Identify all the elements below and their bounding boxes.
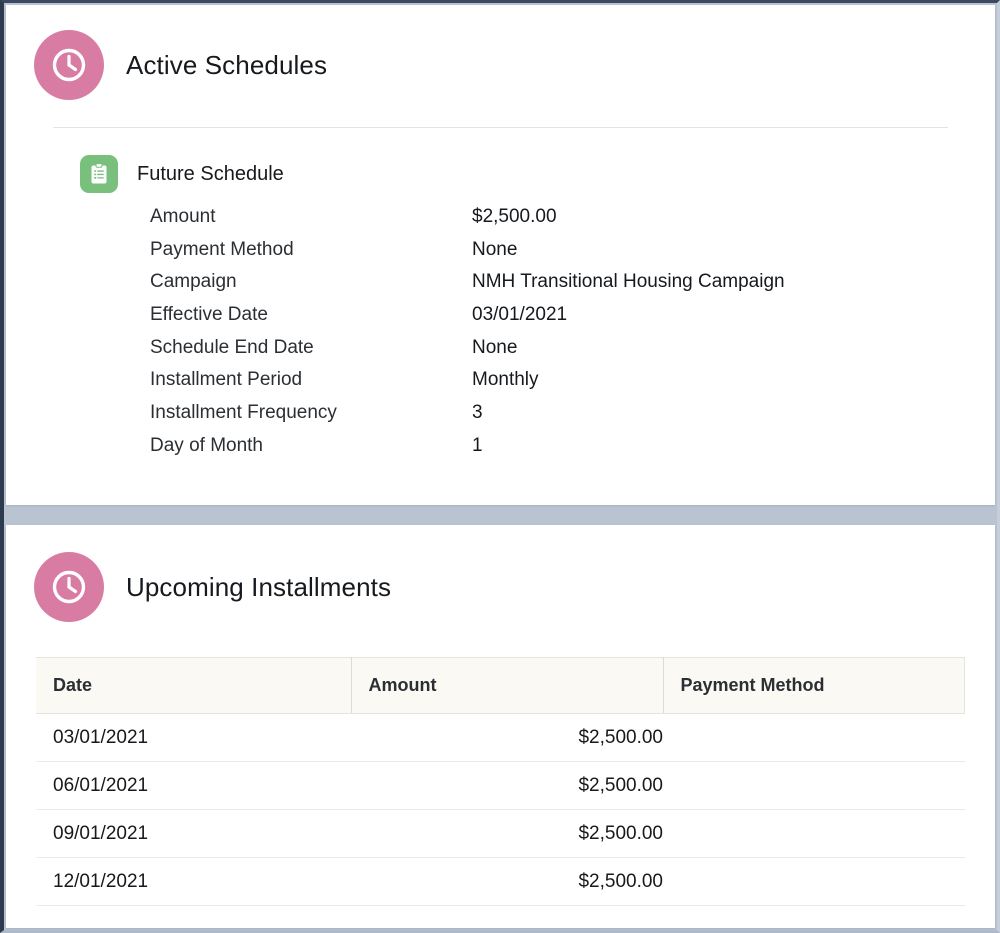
table-row[interactable]: 09/01/2021 $2,500.00 <box>36 809 965 858</box>
table-row[interactable]: 12/01/2021 $2,500.00 <box>36 857 965 906</box>
table-body: 03/01/2021 $2,500.00 06/01/2021 $2,500.0… <box>36 713 965 906</box>
future-schedule-heading: Future Schedule <box>80 155 995 193</box>
field-label: Payment Method <box>150 238 294 260</box>
field-row-installment-frequency: Installment Frequency 3 <box>150 403 995 436</box>
field-label: Campaign <box>150 271 237 293</box>
field-label: Installment Frequency <box>150 402 337 424</box>
schedule-field-list: Amount $2,500.00 Payment Method None Cam… <box>150 207 995 469</box>
table-header: Date Amount Payment Method <box>36 657 965 714</box>
clipboard-icon <box>80 155 118 193</box>
cell-date: 03/01/2021 <box>36 713 351 762</box>
field-value: None <box>472 336 518 358</box>
field-value: Monthly <box>472 369 539 391</box>
cell-amount: $2,500.00 <box>351 713 663 762</box>
field-label: Amount <box>150 206 216 227</box>
field-row-effective-date: Effective Date 03/01/2021 <box>150 305 995 338</box>
field-value: 1 <box>472 434 483 456</box>
field-row-schedule-end-date: Schedule End Date None <box>150 338 995 371</box>
cell-payment-method <box>663 857 965 906</box>
field-value: 03/01/2021 <box>472 304 568 326</box>
cell-date: 09/01/2021 <box>36 809 351 858</box>
cell-amount: $2,500.00 <box>351 857 663 906</box>
future-schedule-block: Future Schedule Amount $2,500.00 Payment… <box>6 128 995 469</box>
schedule-name: Future Schedule <box>137 163 284 185</box>
field-value: NMH Transitional Housing Campaign <box>472 271 785 293</box>
clock-icon <box>34 552 104 622</box>
page-title: Active Schedules <box>126 50 328 80</box>
installments-table: Date Amount Payment Method 03/01/2021 $2… <box>36 657 965 906</box>
field-row-campaign: Campaign NMH Transitional Housing Campai… <box>150 272 995 305</box>
cell-date: 12/01/2021 <box>36 857 351 906</box>
field-row-amount: Amount $2,500.00 <box>150 207 995 240</box>
field-label: Installment Period <box>150 369 303 391</box>
upcoming-installments-header: Upcoming Installments <box>6 525 995 622</box>
field-label: Effective Date <box>150 304 268 326</box>
field-value: 3 <box>472 402 483 424</box>
active-schedules-header: Active Schedules <box>6 5 995 100</box>
column-header-payment-method[interactable]: Payment Method <box>663 657 965 714</box>
upcoming-installments-card: Upcoming Installments Date Amount Paymen… <box>6 525 995 928</box>
field-row-day-of-month: Day of Month 1 <box>150 436 995 469</box>
table-row[interactable]: 06/01/2021 $2,500.00 <box>36 761 965 810</box>
cell-payment-method <box>663 761 965 810</box>
field-value: $2,500.00 <box>472 206 557 227</box>
field-value: None <box>472 238 518 260</box>
cell-payment-method <box>663 713 965 762</box>
clock-icon <box>34 30 104 100</box>
cell-payment-method <box>663 809 965 858</box>
screenshot-viewport: Active Schedules Future Schedule Amount … <box>0 0 1000 933</box>
field-label: Schedule End Date <box>150 336 314 358</box>
field-row-installment-period: Installment Period Monthly <box>150 370 995 403</box>
field-row-payment-method: Payment Method None <box>150 240 995 273</box>
column-header-date[interactable]: Date <box>36 657 352 714</box>
field-label: Day of Month <box>150 434 263 456</box>
section-title: Upcoming Installments <box>126 572 392 602</box>
cell-amount: $2,500.00 <box>351 761 663 810</box>
installments-table-wrapper: Date Amount Payment Method 03/01/2021 $2… <box>6 622 995 906</box>
column-header-amount[interactable]: Amount <box>351 657 664 714</box>
table-row[interactable]: 03/01/2021 $2,500.00 <box>36 713 965 762</box>
cell-amount: $2,500.00 <box>351 809 663 858</box>
cell-date: 06/01/2021 <box>36 761 351 810</box>
table-header-row: Date Amount Payment Method <box>36 657 965 714</box>
active-schedules-card: Active Schedules Future Schedule Amount … <box>6 5 995 505</box>
